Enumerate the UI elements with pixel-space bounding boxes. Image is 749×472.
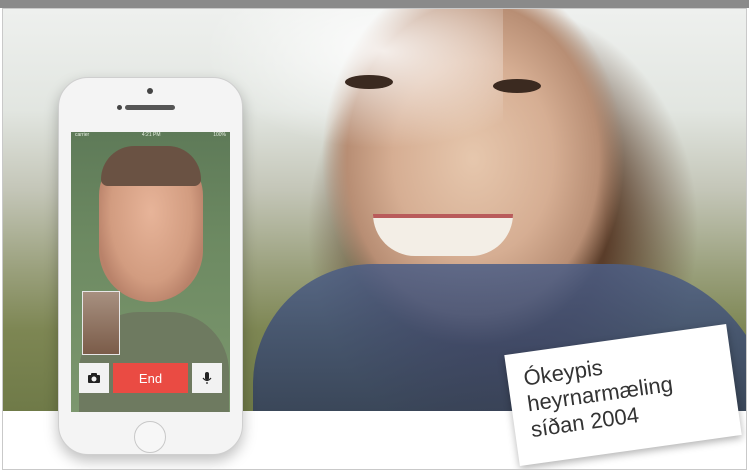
phone-mockup: carrier 4:21 PM 100% End	[58, 77, 243, 455]
end-call-button[interactable]: End	[113, 363, 188, 393]
sensor	[117, 105, 122, 110]
earpiece-speaker	[125, 105, 175, 110]
video-call-screen: carrier 4:21 PM 100% End	[71, 132, 230, 412]
camera-glyph	[88, 373, 100, 383]
call-controls: End	[79, 363, 222, 397]
caller-hair	[101, 146, 201, 186]
self-view-thumbnail	[82, 291, 120, 355]
mic-icon[interactable]	[192, 363, 222, 393]
camera-icon[interactable]	[79, 363, 109, 393]
hero-smile	[373, 214, 513, 256]
hero-right-eye	[493, 79, 541, 93]
status-carrier: carrier	[75, 132, 90, 138]
mic-glyph	[202, 372, 212, 384]
hero-left-eye	[345, 75, 393, 89]
status-time: 4:21 PM	[141, 132, 161, 138]
status-bar: carrier 4:21 PM 100%	[71, 132, 230, 140]
top-bar	[0, 0, 749, 8]
home-button[interactable]	[134, 421, 166, 453]
status-battery: 100%	[213, 132, 226, 138]
banner-frame: carrier 4:21 PM 100% End Ókeypis heyrnar…	[2, 8, 747, 470]
front-camera	[147, 88, 153, 94]
